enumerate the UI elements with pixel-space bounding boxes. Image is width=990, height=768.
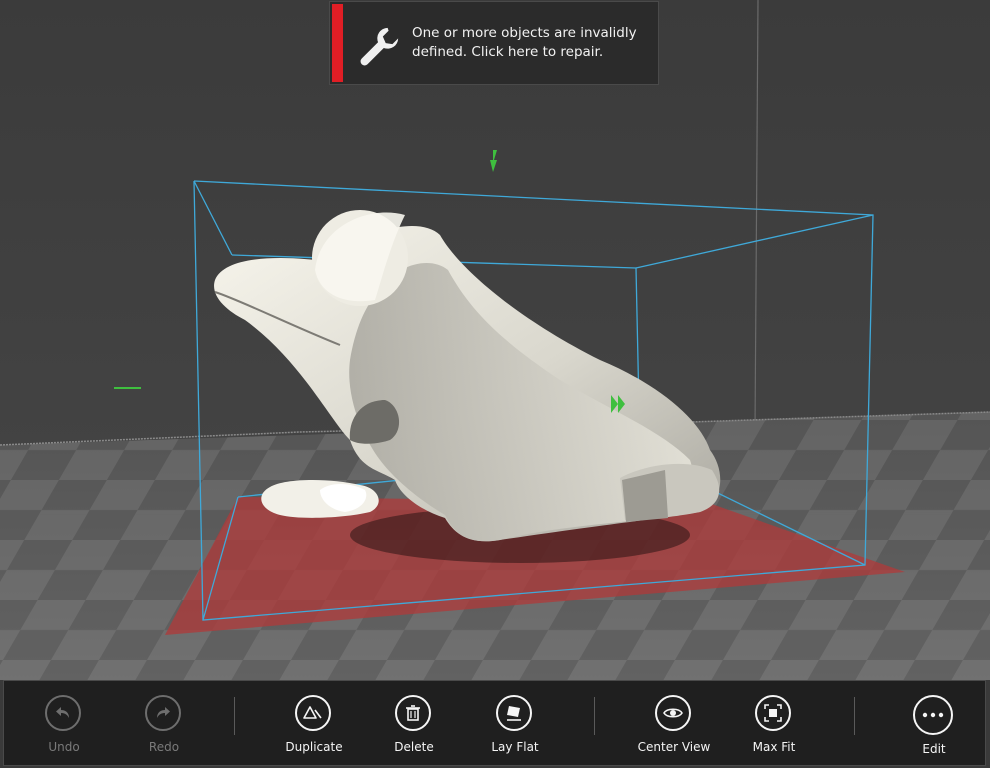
toolbar-separator [234,697,235,735]
lay-flat-button[interactable]: Lay Flat [470,695,560,757]
wrench-icon [360,27,399,66]
undo-label: Undo [48,740,80,754]
lay-flat-label: Lay Flat [491,740,539,754]
trash-icon [406,705,420,721]
duplicate-label: Duplicate [285,740,343,754]
undo-icon [56,707,69,718]
max-fit-icon [764,704,782,722]
redo-button[interactable]: Redo [119,695,209,757]
eye-icon [663,708,683,718]
bottom-toolbar: Undo Redo Duplicate Delete Lay Flat Cent… [3,680,986,766]
edit-button[interactable]: Edit [889,695,979,757]
redo-icon [157,707,170,718]
repair-notification[interactable]: One or more objects are invalidly define… [329,1,659,85]
center-view-button[interactable]: Center View [629,695,719,757]
lay-flat-icon [507,706,521,721]
error-accent-stripe [332,4,343,82]
delete-button[interactable]: Delete [369,695,459,757]
max-fit-label: Max Fit [752,740,796,754]
toolbar-separator [594,697,595,735]
edit-label: Edit [922,742,946,756]
redo-label: Redo [148,740,180,754]
max-fit-button[interactable]: Max Fit [729,695,819,757]
center-view-label: Center View [637,740,711,754]
more-icon [922,712,944,718]
delete-label: Delete [394,740,434,754]
undo-button[interactable]: Undo [19,695,109,757]
toolbar-separator [854,697,855,735]
3d-viewport[interactable] [0,0,990,680]
notification-message: One or more objects are invalidly define… [412,25,637,60]
duplicate-icon [303,706,322,719]
duplicate-button[interactable]: Duplicate [269,695,359,757]
